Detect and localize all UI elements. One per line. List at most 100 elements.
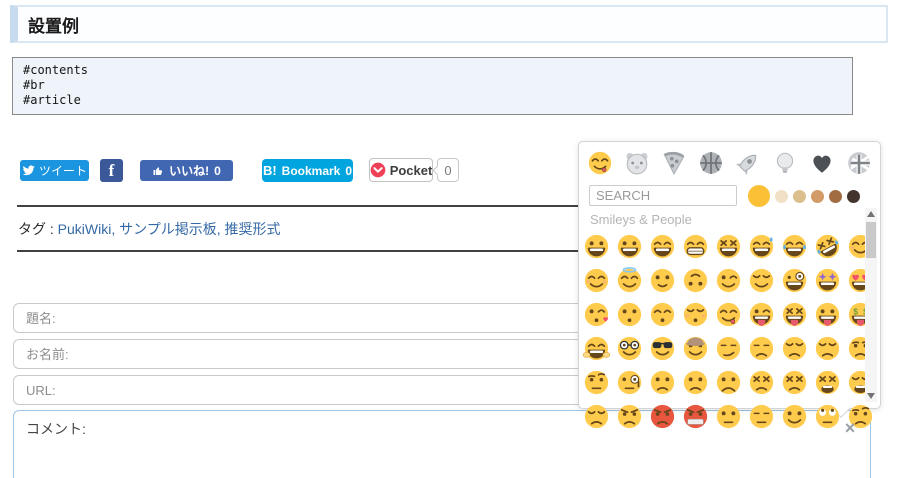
- skin-tone-swatch-1[interactable]: [748, 185, 770, 207]
- emoji-pensive[interactable]: [811, 331, 844, 365]
- scroll-up-arrow[interactable]: [865, 208, 877, 220]
- skin-tone-swatch-6[interactable]: [847, 189, 860, 203]
- rocket-icon: [735, 150, 761, 176]
- category-tab-animals-nature[interactable]: [618, 148, 655, 178]
- emoji-toggle-close-button[interactable]: ×: [840, 418, 860, 438]
- hatena-count: 0: [345, 163, 353, 178]
- emoji-wink[interactable]: [712, 263, 745, 297]
- skin-tone-swatch-3[interactable]: [793, 189, 806, 203]
- emoji-search-input[interactable]: [589, 185, 737, 206]
- emoji-slightly-frowning[interactable]: [679, 365, 712, 399]
- category-tab-flags[interactable]: [840, 148, 877, 178]
- hatena-b-icon: B!: [262, 163, 277, 178]
- emoji-cowboy[interactable]: [679, 331, 712, 365]
- emoji-unamused[interactable]: [745, 331, 778, 365]
- emoji-stuck-out-tongue[interactable]: [811, 297, 844, 331]
- emoji-smile[interactable]: [646, 229, 679, 263]
- smiley-icon: [587, 150, 613, 176]
- page-heading-strip: 設置例: [10, 5, 888, 43]
- emoji-rofl[interactable]: [811, 229, 844, 263]
- code-block: #contents #br #article: [12, 57, 853, 115]
- emoji-smirking[interactable]: [712, 331, 745, 365]
- like-count: 0: [214, 163, 221, 178]
- pocket-label: Pocket: [389, 162, 433, 178]
- emoji-grin[interactable]: [679, 229, 712, 263]
- emoji-stuck-out-tongue-winking-eye[interactable]: [745, 297, 778, 331]
- hamster-icon: [624, 150, 650, 176]
- emoji-kissing-closed-eyes[interactable]: [679, 297, 712, 331]
- tag-link[interactable]: PukiWiki: [58, 221, 112, 237]
- emoji-kissing-smiling-eyes[interactable]: [646, 297, 679, 331]
- scroll-down-arrow[interactable]: [865, 390, 877, 402]
- emoji-grinning[interactable]: [580, 229, 613, 263]
- emoji-search-row: [589, 184, 874, 210]
- category-tab-activity[interactable]: [692, 148, 729, 178]
- emoji-tired[interactable]: [811, 365, 844, 399]
- emoji-cursing[interactable]: [679, 399, 712, 433]
- scrollbar[interactable]: [865, 208, 877, 402]
- facebook-button[interactable]: f: [100, 159, 123, 182]
- facebook-f-icon: f: [108, 161, 115, 180]
- emoji-frowning[interactable]: [712, 365, 745, 399]
- emoji-laughing[interactable]: [712, 229, 745, 263]
- emoji-expressionless[interactable]: [745, 399, 778, 433]
- scroll-thumb[interactable]: [866, 222, 876, 258]
- emoji-relieved[interactable]: [745, 263, 778, 297]
- emoji-upside-down[interactable]: [679, 263, 712, 297]
- emoji-star-struck[interactable]: [811, 263, 844, 297]
- emoji-nerd[interactable]: [613, 331, 646, 365]
- tags-label: タグ :: [18, 221, 54, 237]
- emoji-stuck-out-tongue-closed-eyes[interactable]: [778, 297, 811, 331]
- pocket-count-badge: 0: [437, 158, 459, 182]
- tags-row: タグ : PukiWiki, サンプル掲示板, 推奨形式: [18, 219, 281, 239]
- code-line: #contents: [23, 63, 89, 77]
- emoji-joy[interactable]: [778, 229, 811, 263]
- emoji-triumph[interactable]: [580, 399, 613, 433]
- category-tab-symbols[interactable]: [803, 148, 840, 178]
- emoji-disappointed[interactable]: [778, 331, 811, 365]
- facebook-like-button[interactable]: いいね! 0: [140, 160, 233, 181]
- emoji-neutral[interactable]: [712, 399, 745, 433]
- emoji-no-mouth[interactable]: [778, 399, 811, 433]
- skin-tone-swatch-2[interactable]: [775, 189, 788, 203]
- emoji-persevering[interactable]: [745, 365, 778, 399]
- emoji-sweat-smile[interactable]: [745, 229, 778, 263]
- category-tab-objects[interactable]: [766, 148, 803, 178]
- pocket-logo-icon: [370, 162, 386, 178]
- emoji-hugging[interactable]: [580, 331, 613, 365]
- heart-icon: [809, 150, 835, 176]
- tweet-button[interactable]: ツイート: [20, 160, 89, 181]
- emoji-kissing[interactable]: [613, 297, 646, 331]
- emoji-slightly-smiling[interactable]: [646, 263, 679, 297]
- code-line: #article: [23, 93, 81, 107]
- pocket-button[interactable]: Pocket: [369, 158, 433, 182]
- emoji-raised-eyebrow[interactable]: [580, 365, 613, 399]
- hatena-bookmark-button[interactable]: B! Bookmark 0: [262, 159, 353, 182]
- emoji-yum[interactable]: [712, 297, 745, 331]
- tag-link[interactable]: 推奨形式: [225, 221, 281, 237]
- emoji-category-tabs: [581, 148, 877, 178]
- skin-tone-swatch-5[interactable]: [829, 189, 842, 203]
- category-tab-travel-places[interactable]: [729, 148, 766, 178]
- page: 設置例 #contents #br #article ツイート f いいね! 0 B…: [0, 0, 910, 478]
- emoji-picker-panel: Smileys & People $$: [578, 141, 881, 428]
- emoji-monocle[interactable]: [613, 365, 646, 399]
- skin-tone-swatch-4[interactable]: [811, 189, 824, 203]
- emoji-zany[interactable]: [778, 263, 811, 297]
- category-tab-food-drink[interactable]: [655, 148, 692, 178]
- emoji-sunglasses[interactable]: [646, 331, 679, 365]
- emoji-innocent[interactable]: [613, 263, 646, 297]
- emoji-angry[interactable]: [613, 399, 646, 433]
- section-label: Smileys & People: [590, 212, 692, 227]
- lightbulb-icon: [772, 150, 798, 176]
- skin-tone-picker: [748, 184, 860, 208]
- tag-link[interactable]: サンプル掲示板: [119, 221, 217, 237]
- category-tab-smileys-people[interactable]: [581, 148, 618, 178]
- like-label: いいね!: [169, 164, 210, 178]
- emoji-rage[interactable]: [646, 399, 679, 433]
- emoji-blush[interactable]: [580, 263, 613, 297]
- emoji-confused[interactable]: [646, 365, 679, 399]
- emoji-kissing-heart[interactable]: [580, 297, 613, 331]
- emoji-confounded[interactable]: [778, 365, 811, 399]
- emoji-smiley[interactable]: [613, 229, 646, 263]
